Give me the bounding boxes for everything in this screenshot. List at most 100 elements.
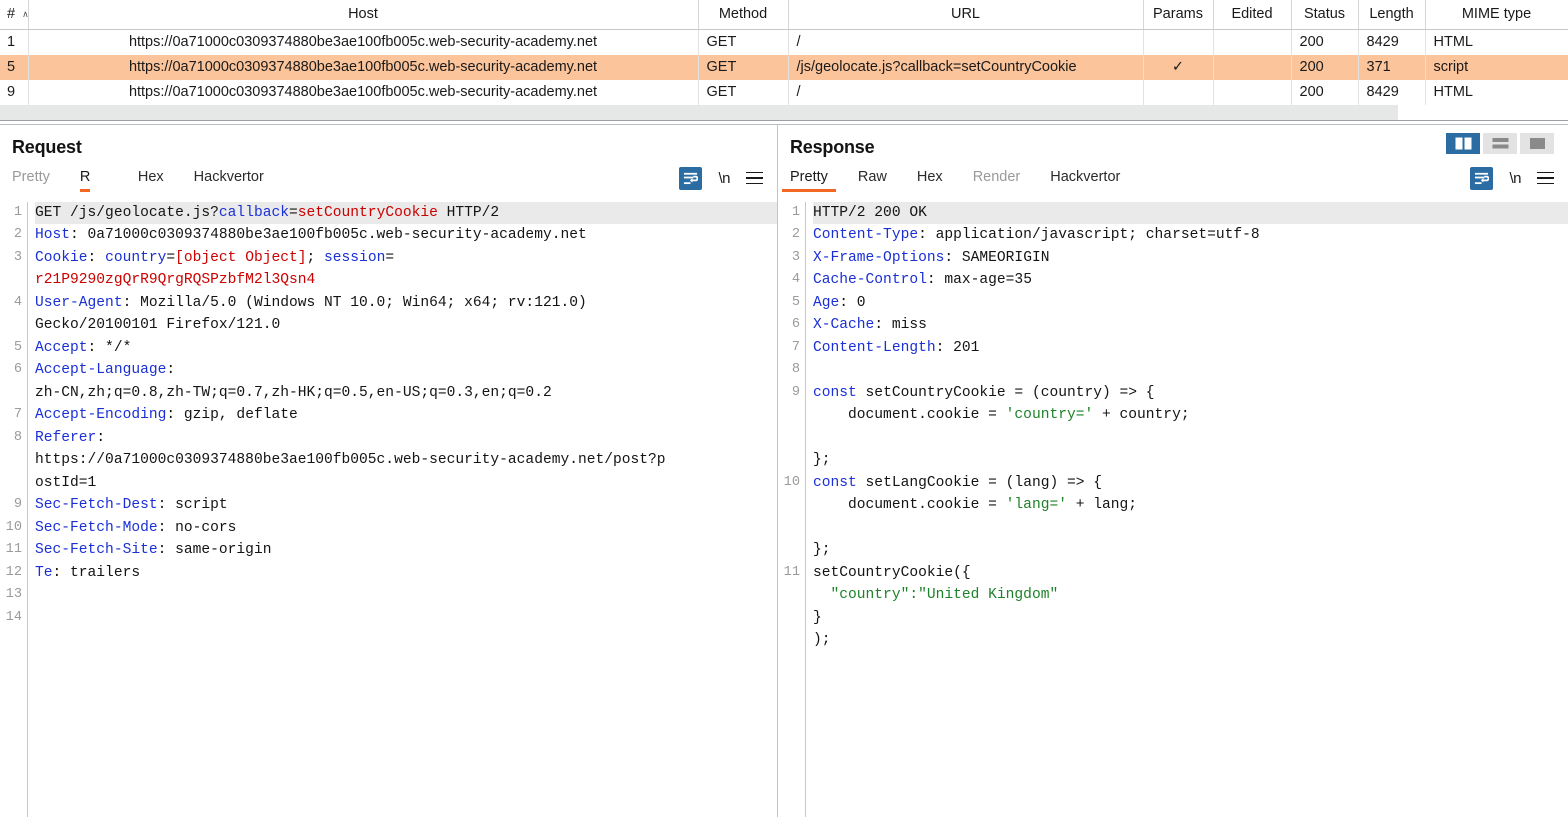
layout-single-pane-button[interactable] [1520, 133, 1554, 154]
table-scrollbar-thumb[interactable] [0, 105, 1398, 120]
tab-request-hex[interactable]: Hex [138, 169, 164, 192]
layout-vertical-split-button[interactable] [1446, 133, 1480, 154]
code-line: document.cookie = 'lang=' + lang; [813, 494, 1568, 517]
cell-params [1143, 29, 1213, 55]
line-number: 3 [0, 247, 22, 270]
tab-response-pretty[interactable]: Pretty [790, 169, 828, 192]
cell-status: 200 [1291, 80, 1358, 105]
tab-response-hex[interactable]: Hex [917, 169, 943, 192]
line-number [778, 494, 800, 517]
column-header-host[interactable]: Host [28, 0, 698, 29]
column-header-edited[interactable]: Edited [1213, 0, 1291, 29]
table-row-selected[interactable]: 5 https://0a71000c0309374880be3ae100fb00… [0, 55, 1568, 80]
code-line: Accept-Encoding: gzip, deflate [35, 404, 777, 427]
line-number [0, 449, 22, 472]
line-number: 11 [0, 539, 22, 562]
response-code[interactable]: HTTP/2 200 OKContent-Type: application/j… [806, 202, 1568, 817]
cell-num: 1 [0, 29, 28, 55]
line-number [778, 629, 800, 652]
cell-url: / [788, 80, 1143, 105]
code-line: Accept: */* [35, 337, 777, 360]
newline-icon[interactable]: \n [1509, 170, 1521, 187]
cell-method: GET [698, 80, 788, 105]
layout-horizontal-split-button[interactable] [1483, 133, 1517, 154]
code-line [35, 607, 777, 630]
code-line: setCountryCookie({ [813, 562, 1568, 585]
response-tab-tools: \n [1470, 167, 1554, 190]
line-number [778, 449, 800, 472]
column-header-mime[interactable]: MIME type [1425, 0, 1568, 29]
column-header-status[interactable]: Status [1291, 0, 1358, 29]
newline-icon[interactable]: \n [718, 170, 730, 187]
table-row[interactable]: 1 https://0a71000c0309374880be3ae100fb00… [0, 29, 1568, 55]
tab-response-hackvertor[interactable]: Hackvertor [1050, 169, 1120, 192]
line-number: 2 [778, 224, 800, 247]
menu-icon[interactable] [746, 172, 763, 185]
line-number: 2 [0, 224, 22, 247]
word-wrap-icon[interactable] [679, 167, 702, 190]
column-header-url[interactable]: URL [788, 0, 1143, 29]
code-line: Content-Length: 201 [813, 337, 1568, 360]
code-line: Gecko/20100101 Firefox/121.0 [35, 314, 777, 337]
menu-icon[interactable] [1537, 172, 1554, 185]
request-pane-title: Request [0, 125, 777, 158]
cell-host: https://0a71000c0309374880be3ae100fb005c… [28, 55, 698, 80]
cell-mime: HTML [1425, 29, 1568, 55]
tab-request-pretty[interactable]: Pretty [12, 169, 50, 192]
tab-request-raw[interactable]: Raw [80, 169, 90, 192]
cell-edited [1213, 55, 1291, 80]
code-line [35, 584, 777, 607]
column-header-method[interactable]: Method [698, 0, 788, 29]
cell-num: 5 [0, 55, 28, 80]
line-number: 8 [778, 359, 800, 382]
code-line: X-Frame-Options: SAMEORIGIN [813, 247, 1568, 270]
code-line: Cookie: country=[object Object]; session… [35, 247, 777, 270]
request-code[interactable]: GET /js/geolocate.js?callback=setCountry… [28, 202, 777, 817]
code-line: const setLangCookie = (lang) => { [813, 472, 1568, 495]
line-number: 10 [0, 517, 22, 540]
response-pane: Response Pretty Raw Hex Render Hackverto… [778, 125, 1568, 817]
code-line: X-Cache: miss [813, 314, 1568, 337]
cell-status: 200 [1291, 55, 1358, 80]
cell-edited [1213, 29, 1291, 55]
request-tab-tools: \n [679, 167, 763, 190]
cell-length: 371 [1358, 55, 1425, 80]
response-editor[interactable]: 1234567891011 HTTP/2 200 OKContent-Type:… [778, 202, 1568, 817]
column-header-params[interactable]: Params [1143, 0, 1213, 29]
table-header-row: #∧ Host Method URL Params Edited Status … [0, 0, 1568, 29]
code-line: Accept-Language: [35, 359, 777, 382]
code-line: Content-Type: application/javascript; ch… [813, 224, 1568, 247]
cell-params-check: ✓ [1143, 55, 1213, 80]
table-horizontal-scrollbar[interactable] [0, 105, 1568, 120]
code-line: Cache-Control: max-age=35 [813, 269, 1568, 292]
layout-toggle-group [1446, 133, 1554, 154]
column-header-length[interactable]: Length [1358, 0, 1425, 29]
code-line: User-Agent: Mozilla/5.0 (Windows NT 10.0… [35, 292, 777, 315]
line-number [778, 539, 800, 562]
line-number [778, 607, 800, 630]
cell-method: GET [698, 29, 788, 55]
request-editor[interactable]: 1234567891011121314 GET /js/geolocate.js… [0, 202, 777, 817]
line-number [778, 517, 800, 540]
cell-url: / [788, 29, 1143, 55]
line-number: 8 [0, 427, 22, 450]
word-wrap-icon[interactable] [1470, 167, 1493, 190]
cell-length: 8429 [1358, 80, 1425, 105]
code-line: GET /js/geolocate.js?callback=setCountry… [35, 202, 777, 225]
line-number: 6 [0, 359, 22, 382]
tab-response-render[interactable]: Render [973, 169, 1021, 192]
table-row[interactable]: 9 https://0a71000c0309374880be3ae100fb00… [0, 80, 1568, 105]
line-number [778, 427, 800, 450]
line-number: 6 [778, 314, 800, 337]
code-line: https://0a71000c0309374880be3ae100fb005c… [35, 449, 777, 472]
line-number: 10 [778, 472, 800, 495]
code-line [813, 427, 1568, 450]
request-tabbar: Pretty Raw Hex Hackvertor \n [0, 164, 777, 198]
tab-response-raw[interactable]: Raw [858, 169, 887, 192]
column-header-num[interactable]: #∧ [0, 0, 28, 29]
line-number: 12 [0, 562, 22, 585]
cell-method: GET [698, 55, 788, 80]
line-number: 7 [0, 404, 22, 427]
http-history-table[interactable]: #∧ Host Method URL Params Edited Status … [0, 0, 1568, 105]
tab-request-hackvertor[interactable]: Hackvertor [194, 169, 264, 192]
